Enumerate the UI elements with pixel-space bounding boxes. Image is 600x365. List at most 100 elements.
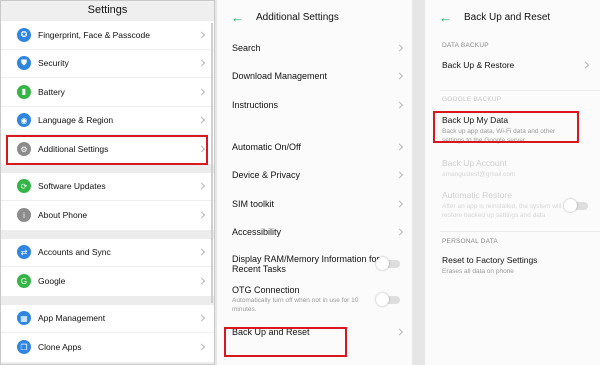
settings-item-label: Accounts and Sync — [38, 247, 111, 258]
additional-item[interactable]: SIM toolkit — [217, 189, 412, 217]
chevron-right-icon — [197, 248, 206, 256]
settings-item-update[interactable]: ⟳ Software Updates — [1, 173, 214, 201]
section-divider — [217, 119, 412, 133]
chevron-right-icon — [197, 116, 206, 124]
additional-item[interactable]: Device & Privacy — [217, 161, 412, 189]
additional-item[interactable]: Search — [217, 34, 412, 62]
auto-restore-item[interactable]: Automatic Restore After an app is reinst… — [425, 190, 600, 221]
additional-item-desc: Automatically turn off when not in use f… — [232, 297, 359, 314]
settings-item-label: About Phone — [38, 210, 88, 221]
scrollbar[interactable] — [211, 23, 213, 303]
settings-item-shield[interactable]: ⛊ Security — [1, 50, 214, 78]
additional-item-label: OTG Connection — [232, 285, 300, 296]
settings-item-google[interactable]: G Google — [1, 267, 214, 296]
apps-icon: ▦ — [17, 311, 31, 326]
settings-item-label: Security — [38, 58, 69, 69]
additional-settings-header: ← Additional Settings — [217, 0, 412, 34]
settings-item-label: Language & Region — [38, 115, 114, 126]
settings-list: ✪ Fingerprint, Face & Passcode ⛊ Security ▮ B… — [1, 21, 214, 362]
fingerprint-icon: ✪ — [17, 27, 31, 42]
backup-account-item[interactable]: Back Up Account amangustest@gmail.com — [425, 158, 600, 180]
backup-restore-label: Back Up & Restore — [442, 60, 515, 70]
battery-icon: ▮ — [17, 84, 31, 99]
additional-settings-title: Additional Settings — [256, 11, 339, 23]
globe-icon: ◉ — [17, 113, 31, 128]
back-arrow-icon[interactable]: ← — [439, 10, 452, 25]
highlight-additional-settings — [6, 135, 208, 165]
settings-item-clone[interactable]: ❐ Clone Apps — [1, 333, 214, 362]
backup-reset-title: Back Up and Reset — [464, 11, 551, 23]
backup-reset-panel: ← Back Up and Reset DATA BACKUP Back Up … — [425, 0, 600, 365]
settings-item-label: Software Updates — [38, 181, 106, 192]
factory-reset-desc: Erases all data on phone — [442, 267, 514, 275]
additional-item-label: SIM toolkit — [232, 198, 275, 209]
additional-item-label: Download Management — [232, 71, 328, 82]
highlight-backup-my-data — [433, 111, 579, 143]
data-backup-caption: DATA BACKUP — [442, 42, 489, 49]
backup-account-label: Back Up Account — [442, 157, 507, 168]
shield-icon: ⛊ — [17, 56, 31, 71]
chevron-right-icon — [395, 101, 404, 109]
chevron-right-icon — [197, 343, 206, 351]
chevron-right-icon — [197, 31, 206, 39]
settings-item-sync[interactable]: ⇄ Accounts and Sync — [1, 239, 214, 267]
additional-item-label: Accessibility — [232, 226, 282, 237]
additional-item-label: Instructions — [232, 99, 279, 110]
back-arrow-icon[interactable]: ← — [231, 10, 244, 25]
settings-item-apps[interactable]: ▦ App Management — [1, 305, 214, 333]
chevron-right-icon — [395, 228, 404, 236]
additional-item[interactable]: Instructions — [217, 91, 412, 119]
settings-item-fingerprint[interactable]: ✪ Fingerprint, Face & Passcode — [1, 21, 214, 50]
clone-icon: ❐ — [17, 340, 31, 355]
settings-item-label: Clone Apps — [38, 342, 82, 353]
toggle-switch[interactable] — [376, 293, 400, 307]
google-backup-caption: GOOGLE BACKUP — [442, 96, 502, 103]
settings-group: ▦ App Management ❐ Clone Apps — [1, 304, 214, 362]
group-gap — [1, 295, 214, 305]
additional-item[interactable]: Display RAM/Memory Information for Recen… — [217, 246, 412, 282]
additional-item[interactable]: Accessibility — [217, 218, 412, 246]
settings-group: ⟳ Software Updates i About Phone — [1, 172, 214, 230]
settings-title: Settings — [1, 1, 214, 21]
auto-restore-desc: After an app is reinstalled, the system … — [442, 203, 562, 220]
settings-item-battery[interactable]: ▮ Battery — [1, 78, 214, 107]
chevron-right-icon — [197, 88, 206, 96]
settings-item-label: Fingerprint, Face & Passcode — [38, 29, 150, 40]
chevron-right-icon — [395, 44, 404, 52]
group-gap — [1, 229, 214, 239]
chevron-right-icon — [197, 182, 206, 190]
chevron-right-icon — [197, 211, 206, 219]
chevron-right-icon — [197, 59, 206, 67]
additional-item-label: Automatic On/Off — [232, 142, 301, 153]
additional-item[interactable]: Download Management — [217, 62, 412, 90]
backup-reset-header: ← Back Up and Reset — [425, 0, 600, 34]
chevron-right-icon — [197, 314, 206, 322]
additional-item-label: Device & Privacy — [232, 170, 301, 181]
settings-item-info[interactable]: i About Phone — [1, 201, 214, 230]
chevron-right-icon — [395, 72, 404, 80]
chevron-right-icon — [197, 277, 206, 285]
toggle-switch[interactable] — [376, 257, 400, 271]
info-icon: i — [17, 208, 31, 223]
additional-item-label: Display RAM/Memory Information for Recen… — [232, 254, 380, 275]
additional-section-2: Automatic On/Off Device & Privacy SIM tool… — [217, 133, 412, 346]
settings-item-label: App Management — [38, 313, 106, 324]
settings-panel: Settings ✪ Fingerprint, Face & Passcode ⛊ S… — [0, 0, 215, 365]
additional-item[interactable]: Automatic On/Off — [217, 133, 412, 161]
backup-restore-item[interactable]: Back Up & Restore — [425, 60, 600, 70]
settings-item-label: Google — [38, 276, 66, 287]
chevron-right-icon — [395, 200, 404, 208]
factory-reset-item[interactable]: Reset to Factory Settings Erases all dat… — [425, 255, 600, 277]
auto-restore-toggle[interactable] — [564, 199, 588, 213]
auto-restore-label: Automatic Restore — [442, 190, 512, 201]
additional-item[interactable]: OTG Connection Automatically turn off whe… — [217, 282, 412, 318]
google-icon: G — [17, 274, 31, 289]
backup-account-desc: amangustest@gmail.com — [442, 170, 516, 178]
additional-section-1: Search Download Management Instructions — [217, 34, 412, 119]
settings-item-label: Battery — [38, 86, 65, 97]
chevron-right-icon — [395, 143, 404, 151]
settings-item-globe[interactable]: ◉ Language & Region — [1, 107, 214, 135]
divider — [440, 230, 600, 232]
chevron-right-icon — [395, 171, 404, 179]
